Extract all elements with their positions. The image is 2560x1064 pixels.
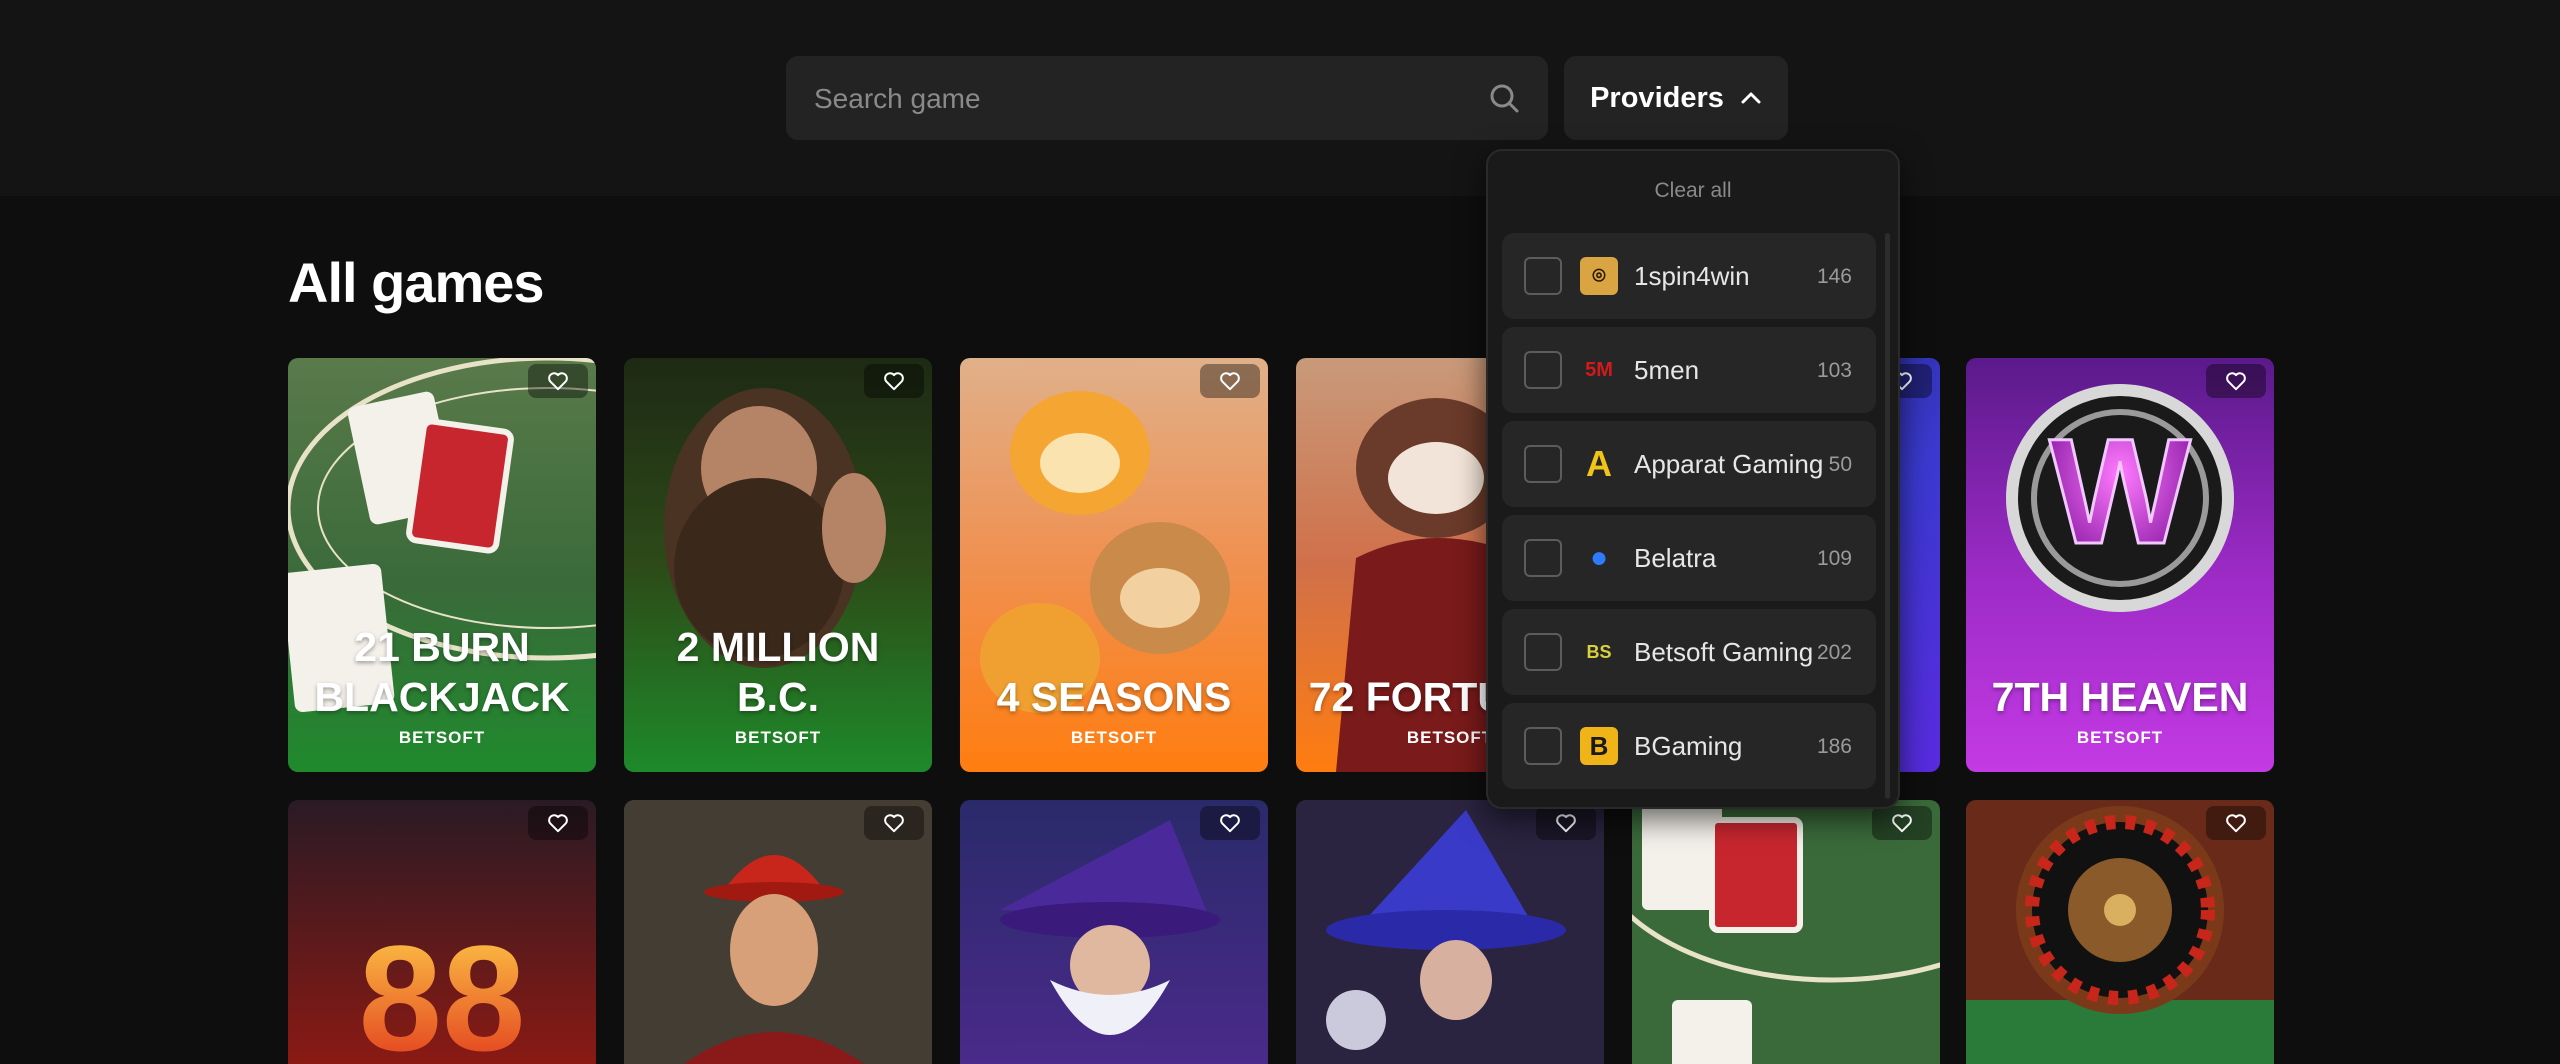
provider-item[interactable]: B BGaming 186 xyxy=(1502,703,1876,789)
bgaming-logo-icon: B xyxy=(1580,727,1618,765)
1spin4win-logo-icon: ⌾ xyxy=(1580,257,1618,295)
heart-icon xyxy=(2226,814,2246,833)
5men-logo-icon: 5M xyxy=(1585,358,1613,381)
favorite-button[interactable] xyxy=(1872,806,1932,840)
favorite-button[interactable] xyxy=(1200,364,1260,398)
dropdown-scrollbar[interactable] xyxy=(1885,233,1890,799)
heart-icon xyxy=(884,814,904,833)
provider-checkbox[interactable] xyxy=(1524,539,1562,577)
provider-count: 202 xyxy=(1816,641,1852,664)
favorite-button[interactable] xyxy=(864,364,924,398)
providers-list[interactable]: ⌾ 1spin4win 146 5M 5men 103 A Apparat Ga… xyxy=(1502,233,1876,799)
belatra-logo-icon: ● xyxy=(1589,541,1609,574)
game-title: 7TH HEAVEN xyxy=(1991,674,2249,720)
game-card[interactable]: 4 SEASONS BETSOFT xyxy=(960,358,1268,772)
game-provider: BETSOFT xyxy=(398,728,486,747)
providers-dropdown: Clear all ⌾ 1spin4win 146 5M 5men 103 A … xyxy=(1486,149,1900,809)
betsoft-logo-icon: BS xyxy=(1586,641,1612,662)
heart-icon xyxy=(548,372,568,391)
88-logo: 88 xyxy=(359,914,526,1064)
favorite-button[interactable] xyxy=(864,806,924,840)
search-icon[interactable] xyxy=(1488,82,1520,114)
provider-item[interactable]: ● Belatra 109 xyxy=(1502,515,1876,601)
game-card[interactable]: 88 xyxy=(288,800,596,1064)
favorite-button[interactable] xyxy=(2206,806,2266,840)
game-caption: 2 MILLION B.C. BETSOFT xyxy=(624,622,932,772)
provider-name: Betsoft Gaming xyxy=(1634,637,1814,667)
game-card[interactable] xyxy=(1296,800,1604,1064)
heart-icon xyxy=(1556,814,1576,833)
providers-button-label: Providers xyxy=(1590,81,1724,114)
heart-icon xyxy=(2226,372,2246,391)
provider-checkbox[interactable] xyxy=(1524,445,1562,483)
heart-icon xyxy=(1220,814,1240,833)
game-title: 21 BURN BLACKJACK xyxy=(314,624,570,720)
game-title: 2 MILLION B.C. xyxy=(676,624,880,720)
game-provider: BETSOFT xyxy=(1070,728,1158,747)
favorite-button[interactable] xyxy=(2206,364,2266,398)
game-title: 4 SEASONS xyxy=(996,674,1232,720)
heart-icon xyxy=(548,814,568,833)
provider-checkbox[interactable] xyxy=(1524,351,1562,389)
provider-name: 5men xyxy=(1634,355,1700,385)
favorite-button[interactable] xyxy=(528,806,588,840)
heart-icon xyxy=(1892,814,1912,833)
provider-checkbox[interactable] xyxy=(1524,257,1562,295)
game-card[interactable]: W 7TH HEAVEN BETSOFT xyxy=(1966,358,2274,772)
game-card[interactable] xyxy=(960,800,1268,1064)
game-caption: 21 BURN BLACKJACK BETSOFT xyxy=(288,622,596,772)
provider-name: 1spin4win xyxy=(1634,261,1750,291)
search-box[interactable] xyxy=(786,56,1548,142)
game-card[interactable] xyxy=(1966,800,2274,1064)
game-card[interactable] xyxy=(1632,800,1940,1064)
provider-name: Apparat Gaming xyxy=(1634,449,1824,479)
game-card[interactable] xyxy=(624,800,932,1064)
game-card[interactable]: 21 BURN BLACKJACK BETSOFT xyxy=(288,358,596,772)
clear-all-button[interactable]: Clear all xyxy=(1488,179,1898,203)
game-card[interactable]: 2 MILLION B.C. BETSOFT xyxy=(624,358,932,772)
providers-button[interactable]: Providers xyxy=(1564,56,1788,140)
provider-count: 186 xyxy=(1816,735,1852,758)
provider-count: 103 xyxy=(1816,359,1852,382)
provider-item[interactable]: BS Betsoft Gaming 202 xyxy=(1502,609,1876,695)
provider-checkbox[interactable] xyxy=(1524,727,1562,765)
provider-count: 109 xyxy=(1816,547,1852,570)
provider-item[interactable]: 5M 5men 103 xyxy=(1502,327,1876,413)
apparat-logo-icon: A xyxy=(1586,443,1612,484)
provider-name: BGaming xyxy=(1634,731,1743,761)
w-logo: W xyxy=(2049,407,2191,575)
page-title: All games xyxy=(288,251,545,314)
search-input[interactable] xyxy=(812,56,1456,142)
provider-count: 146 xyxy=(1816,265,1852,288)
favorite-button[interactable] xyxy=(528,364,588,398)
game-provider: BETSOFT xyxy=(734,728,822,747)
heart-icon xyxy=(1220,372,1240,391)
game-provider: BETSOFT xyxy=(2076,728,2164,747)
chevron-up-icon xyxy=(1741,92,1761,104)
provider-item[interactable]: A Apparat Gaming 50 xyxy=(1502,421,1876,507)
game-caption: 4 SEASONS BETSOFT xyxy=(960,672,1268,772)
provider-count: 50 xyxy=(1828,453,1852,476)
favorite-button[interactable] xyxy=(1200,806,1260,840)
heart-icon xyxy=(884,372,904,391)
favorite-button[interactable] xyxy=(1536,806,1596,840)
provider-checkbox[interactable] xyxy=(1524,633,1562,671)
game-caption: 7TH HEAVEN BETSOFT xyxy=(1966,672,2274,772)
provider-item[interactable]: ⌾ 1spin4win 146 xyxy=(1502,233,1876,319)
provider-name: Belatra xyxy=(1634,543,1717,573)
